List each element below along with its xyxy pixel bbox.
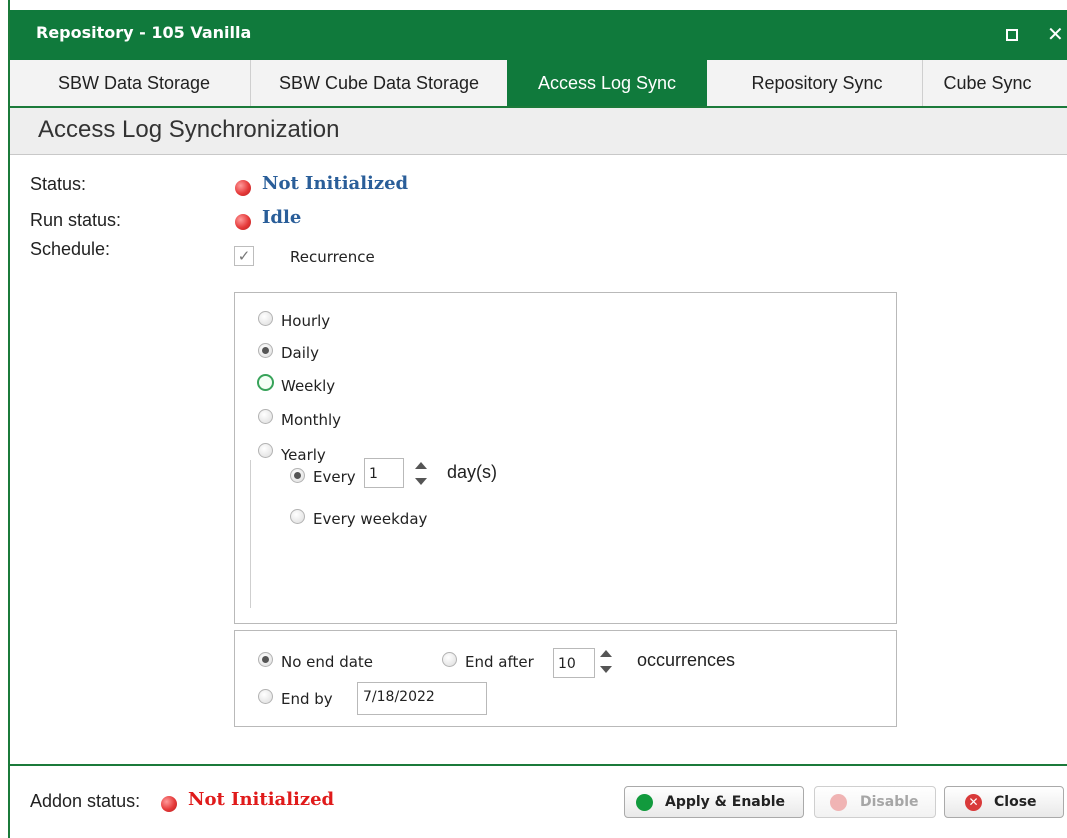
window-title: Repository - 105 Vanilla: [36, 23, 252, 42]
options-divider: [250, 460, 251, 608]
radio-every-weekday[interactable]: [290, 509, 305, 524]
every-label: Every: [313, 468, 356, 486]
close-icon[interactable]: ✕: [1047, 22, 1064, 46]
end-panel: [234, 630, 897, 727]
every-days-input[interactable]: 1: [364, 458, 404, 488]
run-status-value: Idle: [262, 207, 302, 228]
disable-label: Disable: [860, 794, 919, 810]
end-after-stepper[interactable]: [600, 646, 612, 678]
tab-bar: SBW Data Storage SBW Cube Data Storage A…: [10, 60, 1067, 108]
tab-cube-sync[interactable]: Cube Sync: [920, 60, 1055, 106]
option-weekly-label: Weekly: [281, 377, 336, 395]
addon-status-value: Not Initialized: [188, 789, 335, 810]
radio-hourly[interactable]: [258, 311, 273, 326]
radio-end-by[interactable]: [258, 689, 273, 704]
status-value: Not Initialized: [262, 173, 409, 194]
option-hourly-label: Hourly: [281, 312, 331, 330]
radio-no-end-date[interactable]: [258, 652, 273, 667]
run-status-label: Run status:: [30, 210, 122, 230]
recurrence-label: Recurrence: [290, 248, 375, 266]
option-daily-label: Daily: [281, 344, 319, 362]
apply-enable-label: Apply & Enable: [665, 794, 786, 810]
status-indicator-icon: [235, 180, 251, 196]
end-after-label: End after: [465, 653, 534, 671]
radio-end-after[interactable]: [442, 652, 457, 667]
radio-yearly[interactable]: [258, 443, 273, 458]
disabled-status-icon: [830, 794, 847, 811]
tab-sbw-data-storage[interactable]: SBW Data Storage: [28, 60, 240, 106]
maximize-icon[interactable]: [1006, 29, 1018, 41]
end-by-date-field[interactable]: 7/18/2022: [357, 682, 487, 715]
tab-sbw-cube-data-storage[interactable]: SBW Cube Data Storage: [254, 60, 504, 106]
run-status-indicator-icon: [235, 214, 251, 230]
close-x-icon: ✕: [965, 794, 982, 811]
option-yearly-label: Yearly: [281, 446, 326, 464]
radio-monthly[interactable]: [258, 409, 273, 424]
close-label: Close: [994, 794, 1037, 810]
every-days-stepper[interactable]: [415, 458, 427, 490]
footer-divider: [10, 764, 1067, 766]
occurrences-label: occurrences: [637, 650, 736, 670]
tab-access-log-sync[interactable]: Access Log Sync: [507, 60, 707, 106]
recurrence-checkbox[interactable]: ✓: [234, 246, 254, 266]
option-monthly-label: Monthly: [281, 411, 342, 429]
status-label: Status:: [30, 174, 87, 194]
end-by-label: End by: [281, 690, 333, 708]
radio-weekly[interactable]: [257, 374, 274, 391]
page-header: Access Log Synchronization: [10, 108, 1067, 155]
addon-status-indicator-icon: [161, 796, 177, 812]
dialog-window: Repository - 105 Vanilla ✕ SBW Data Stor…: [8, 0, 1067, 838]
radio-daily[interactable]: [258, 343, 273, 358]
page-title: Access Log Synchronization: [38, 116, 340, 143]
radio-every-n-days[interactable]: [290, 468, 305, 483]
end-after-input[interactable]: 10: [553, 648, 595, 678]
close-button[interactable]: ✕ Close: [944, 786, 1064, 818]
recurrence-panel: [234, 292, 897, 624]
schedule-label: Schedule:: [30, 239, 111, 259]
tab-repository-sync[interactable]: Repository Sync: [717, 60, 917, 106]
every-unit-label: day(s): [447, 462, 498, 482]
apply-enable-button[interactable]: Apply & Enable: [624, 786, 804, 818]
every-weekday-label: Every weekday: [313, 510, 428, 528]
no-end-date-label: No end date: [281, 653, 374, 671]
green-status-icon: [636, 794, 653, 811]
tab-separator: [250, 60, 251, 106]
addon-status-label: Addon status:: [30, 791, 141, 811]
title-bar: Repository - 105 Vanilla ✕: [10, 10, 1067, 60]
disable-button[interactable]: Disable: [814, 786, 936, 818]
